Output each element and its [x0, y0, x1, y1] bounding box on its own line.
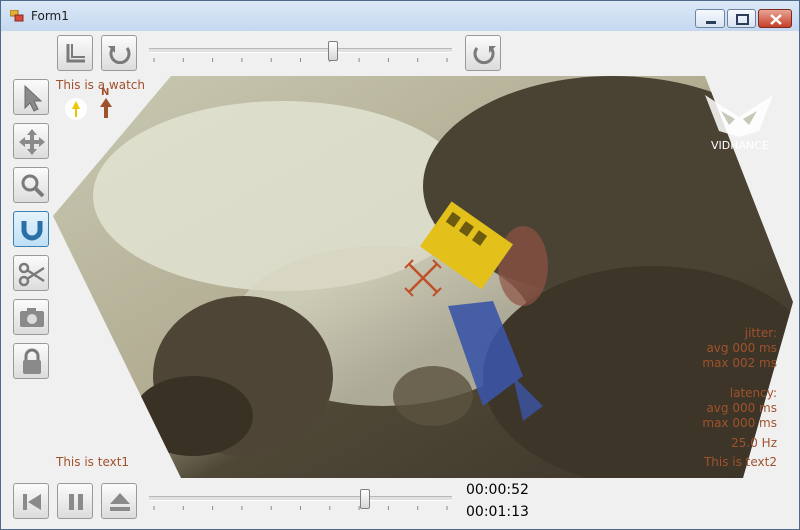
window-title: Form1: [31, 9, 69, 23]
app-window: Form1 This is a watch N VIDHANCE jitter:…: [0, 0, 800, 530]
jitter-stats: jitter: avg 000 ms max 002 ms: [702, 326, 777, 371]
title-bar: Form1: [1, 1, 799, 31]
magnet-icon: [21, 221, 43, 241]
close-button[interactable]: [758, 9, 792, 28]
video-view[interactable]: [53, 76, 793, 478]
minimize-icon: [706, 21, 716, 24]
logo-text: VIDHANCE: [711, 139, 769, 152]
skip-back-button[interactable]: [13, 483, 49, 519]
jitter-title: jitter:: [744, 326, 777, 340]
pointer-icon: [24, 84, 43, 112]
north-arrow-icon: [100, 98, 112, 118]
maximize-icon: [736, 14, 749, 25]
text1-label: This is text1: [56, 455, 130, 469]
pause-button[interactable]: [57, 483, 93, 519]
minimize-button[interactable]: [695, 9, 725, 28]
crop-button[interactable]: [57, 35, 93, 71]
rotate-right-icon: [473, 46, 496, 65]
lock-icon: [23, 348, 41, 374]
compass-icon: [65, 98, 87, 120]
pause-icon: [69, 494, 83, 510]
pointer-tool-button[interactable]: [13, 79, 49, 115]
latency-avg: avg 000 ms: [706, 401, 777, 415]
eject-button[interactable]: [101, 483, 137, 519]
lock-button[interactable]: [13, 343, 49, 379]
rotate-left-icon: [108, 46, 131, 65]
latency-max: max 000 ms: [702, 416, 777, 430]
rotation-slider-track[interactable]: [149, 48, 452, 53]
rotate-left-button[interactable]: [101, 35, 137, 71]
latency-title: latency:: [729, 386, 777, 400]
move-icon: [19, 129, 45, 155]
rotation-slider-thumb[interactable]: [327, 41, 338, 61]
scissors-icon: [18, 262, 45, 287]
close-icon: [770, 14, 782, 25]
cut-tool-button[interactable]: [13, 255, 49, 291]
current-time: 00:00:52: [466, 482, 529, 498]
camera-icon: [20, 308, 44, 327]
snapshot-button[interactable]: [13, 299, 49, 335]
text2-label: This is text2: [703, 455, 777, 469]
playback-slider-track[interactable]: [149, 496, 452, 501]
zoom-tool-button[interactable]: [13, 167, 49, 203]
maximize-button[interactable]: [727, 9, 756, 28]
crop-corner-icon: [66, 44, 85, 63]
app-icon: [10, 10, 24, 22]
playback-slider-thumb[interactable]: [359, 489, 370, 509]
vidhance-logo-icon: [705, 95, 773, 137]
jitter-max: max 002 ms: [702, 356, 777, 370]
skip-back-icon: [23, 494, 41, 510]
rotation-slider-ticks: [153, 58, 448, 62]
move-tool-button[interactable]: [13, 123, 49, 159]
magnet-tool-button[interactable]: [13, 211, 49, 247]
eject-icon: [110, 493, 130, 511]
latency-stats: latency: avg 000 ms max 000 ms: [702, 386, 777, 431]
playback-slider-ticks: [153, 506, 448, 510]
jitter-avg: avg 000 ms: [706, 341, 777, 355]
frequency-label: 25.0 Hz: [731, 436, 777, 450]
rotate-right-button[interactable]: [465, 35, 501, 71]
total-time: 00:01:13: [466, 504, 529, 520]
video-frame: [53, 76, 793, 478]
zoom-icon: [21, 174, 45, 198]
